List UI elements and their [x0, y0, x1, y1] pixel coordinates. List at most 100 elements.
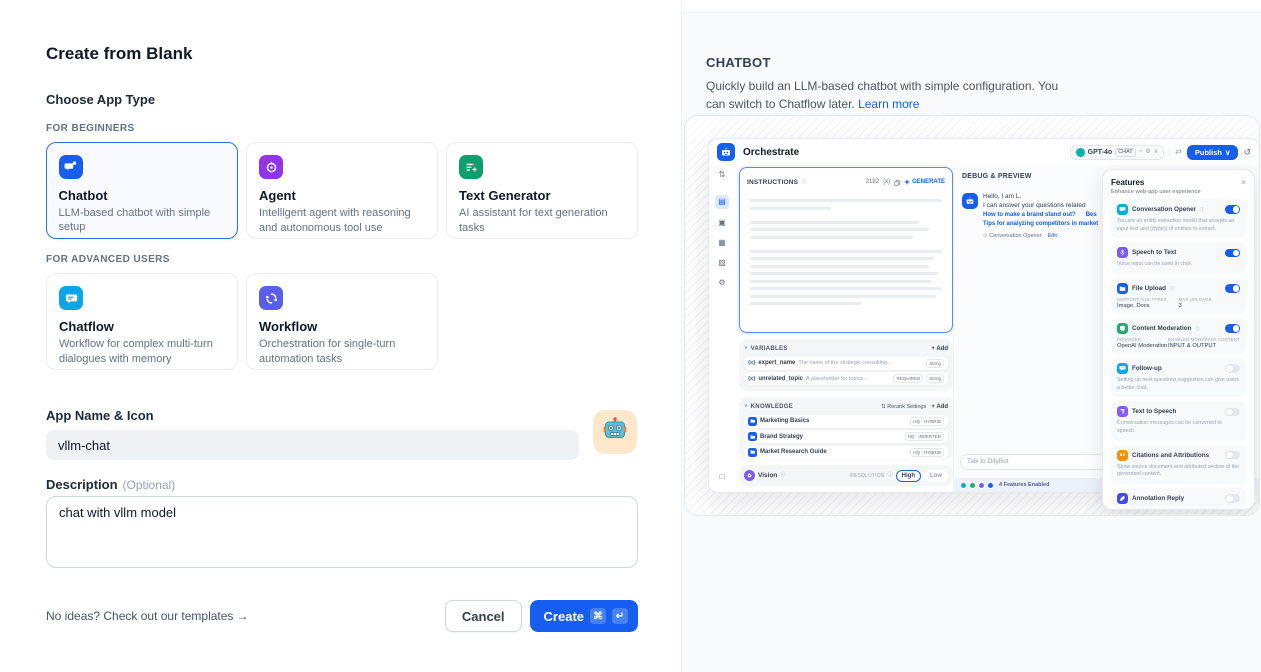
workflow-icon	[259, 286, 283, 310]
feature-dot	[987, 482, 994, 489]
info-icon: ⓘ	[1200, 207, 1205, 213]
learn-more-link[interactable]: Learn more	[858, 97, 919, 111]
app-type-card-workflow[interactable]: Workflow Orchestration for single-turn a…	[246, 273, 438, 370]
model-mode-tag: CHAT	[1115, 148, 1136, 157]
model-selector: GPT-4o CHAT ◔ ⚙ ∨	[1070, 145, 1165, 160]
toggle	[1225, 494, 1240, 503]
model-provider-icon	[1076, 148, 1085, 157]
app-type-name: Chatflow	[59, 319, 225, 334]
feature-card-text-to-speech: Text to Speech Conversation messages can…	[1111, 401, 1246, 440]
opener-icon: ⊙	[983, 233, 987, 239]
variables-icon: {x}	[883, 179, 890, 185]
variable-icon: {x}	[748, 360, 755, 366]
swap-icon: ⇅	[719, 171, 726, 179]
history-icon: ↺	[1243, 148, 1251, 157]
preview-description: Quickly build an LLM-based chatbot with …	[706, 77, 1078, 113]
feature-card-file-upload: File Upload ⓘ SUPPORT FILE TYPESImage, D…	[1111, 278, 1246, 314]
app-type-card-chatflow[interactable]: Chatflow Workflow for complex multi-turn…	[46, 273, 238, 370]
agent-icon	[259, 155, 283, 179]
cancel-button[interactable]: Cancel	[445, 600, 522, 632]
folder-icon	[1117, 283, 1128, 294]
advanced-cards: Chatflow Workflow for complex multi-turn…	[46, 273, 640, 370]
robot-emoji-icon	[601, 416, 629, 449]
app-name-input[interactable]	[46, 430, 579, 460]
info-icon: ⓘ	[780, 473, 785, 478]
feature-card-conversation-opener: Conversation Opener ⓘ You are an entity …	[1111, 199, 1246, 238]
document-icon: ▦	[718, 239, 726, 247]
folder-icon	[748, 448, 757, 457]
feature-card-follow-up: Follow-up Setting up next questions sugg…	[1111, 358, 1246, 397]
app-icon-picker[interactable]	[593, 410, 637, 454]
app-type-name: Text Generator	[459, 188, 625, 203]
instructions-panel: INSTRUCTIONS ⓘ 2182 {x} GENERATE	[739, 167, 953, 333]
app-type-desc: Workflow for complex multi-turn dialogue…	[59, 337, 225, 366]
info-icon: ⓘ	[1195, 326, 1200, 332]
notes-icon: ▧	[718, 259, 726, 267]
generate-button: GENERATE	[904, 179, 945, 185]
toggle	[1225, 408, 1240, 417]
frame-icon: □	[720, 473, 725, 481]
create-button-label: Create	[544, 609, 584, 624]
beginner-cards: Chatbot LLM-based chatbot with simple se…	[46, 142, 640, 239]
chevron-down-icon: ∨	[1154, 149, 1158, 155]
sliders-icon: ⇄	[1175, 148, 1182, 156]
resolution-low-option: Low	[924, 470, 948, 482]
cmd-key-icon: ⌘	[590, 608, 606, 624]
arrow-right-icon: →	[236, 609, 248, 623]
type-badge: String	[926, 374, 944, 383]
app-type-card-text-generator[interactable]: Text Generator AI assistant for text gen…	[446, 142, 638, 239]
window-header: Orchestrate GPT-4o CHAT ◔ ⚙ ∨ ⇄ Publish∨…	[709, 139, 1259, 165]
window-title: Orchestrate	[743, 147, 1070, 158]
knowledge-row: Brand Strategy HQ · INVERTED	[744, 430, 948, 443]
knowledge-section: ∨ KNOWLEDGE ⇅ Rerank Settings + Add Mark…	[739, 397, 953, 459]
for-advanced-label: FOR ADVANCED USERS	[46, 254, 640, 266]
publish-button: Publish∨	[1187, 145, 1239, 160]
app-type-desc: Intelligent agent with reasoning and aut…	[259, 206, 425, 235]
required-badge: REQUIRED	[893, 374, 923, 383]
templates-link[interactable]: No ideas? Check out our templates→	[46, 609, 445, 623]
variable-icon: {x}	[748, 376, 755, 382]
chatbot-icon	[59, 155, 83, 179]
char-count: 2182	[866, 179, 879, 185]
app-type-desc: AI assistant for text generation tasks	[459, 206, 625, 235]
edit-link: Edit	[1047, 233, 1056, 239]
app-type-desc: LLM-based chatbot with simple setup	[59, 206, 226, 235]
app-type-desc: Orchestration for single-turn automation…	[259, 337, 425, 366]
create-app-modal: Create from Blank Choose App Type FOR BE…	[0, 0, 681, 672]
feature-card-speech-to-text: Speech to Text Voice input can be used i…	[1111, 242, 1246, 274]
app-type-name: Chatbot	[59, 188, 226, 203]
text-generator-icon	[459, 155, 483, 179]
chevron-down-icon: ∨	[744, 404, 748, 409]
app-type-card-agent[interactable]: Agent Intelligent agent with reasoning a…	[246, 142, 438, 239]
toggle	[1225, 205, 1240, 214]
top-strip	[682, 0, 1261, 13]
eye-icon	[744, 470, 755, 481]
close-icon: ×	[1241, 179, 1246, 187]
chevron-down-icon: ∨	[744, 346, 748, 351]
orchestrate-tab-icon: ▤	[715, 195, 729, 209]
chat-dots-icon	[1117, 363, 1128, 374]
feature-card-citations: Citations and Attributions Show source d…	[1111, 445, 1246, 484]
type-badge: String	[926, 359, 944, 368]
app-type-card-chatbot[interactable]: Chatbot LLM-based chatbot with simple se…	[46, 142, 238, 239]
feature-card-content-moderation: Content Moderation ⓘ PROVIDEROpenAI Mode…	[1111, 318, 1246, 354]
create-button[interactable]: Create ⌘ ↵	[530, 600, 638, 632]
image-icon: ▣	[718, 219, 726, 227]
divider	[1169, 147, 1170, 157]
add-variable-button: + Add	[931, 346, 948, 352]
copy-icon	[894, 173, 900, 191]
quote-icon	[1117, 450, 1128, 461]
text-to-speech-icon	[1117, 406, 1128, 417]
description-label: Description	[46, 477, 118, 493]
choose-app-type-label: Choose App Type	[46, 92, 640, 108]
chatflow-icon	[59, 286, 83, 310]
resolution-high-option: High	[896, 470, 921, 482]
app-avatar-icon	[717, 143, 735, 161]
vision-bar: Vision ⓘ RESOLUTION ⓘ High Low	[739, 465, 953, 486]
feature-dot	[969, 482, 976, 489]
features-panel: Features × Enhance web-app user experien…	[1102, 169, 1255, 510]
shield-icon	[1117, 323, 1128, 334]
description-textarea[interactable]: chat with vllm model	[46, 496, 638, 568]
info-icon: ⓘ	[888, 473, 893, 478]
toggle	[1225, 284, 1240, 293]
